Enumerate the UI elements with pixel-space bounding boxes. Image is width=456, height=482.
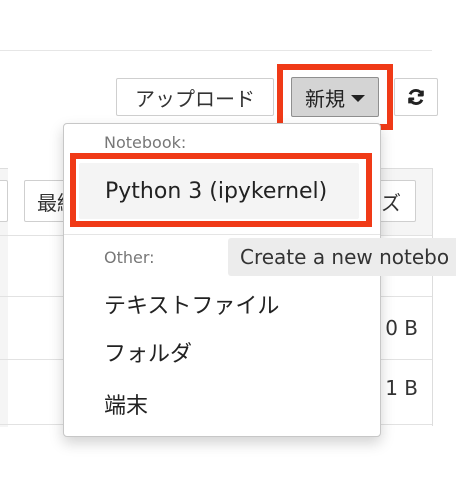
refresh-icon — [408, 88, 424, 106]
jupyter-file-browser: アップロード 新規 最終 ズ 0 B 1 B Notebook: Python … — [0, 0, 456, 482]
header-divider — [0, 50, 432, 51]
tooltip: Create a new notebo — [228, 238, 456, 276]
python-item-highlight — [70, 153, 372, 227]
new-button-highlight — [277, 64, 393, 130]
size-button-label: ズ — [381, 190, 401, 215]
file-list-border — [432, 168, 433, 426]
upload-button-label: アップロード — [135, 86, 255, 111]
menu-divider — [64, 234, 380, 235]
tooltip-text: Create a new notebo — [240, 245, 450, 269]
menu-item-text-file[interactable]: テキストファイル — [104, 288, 279, 320]
upload-button[interactable]: アップロード — [116, 78, 274, 116]
refresh-button[interactable] — [394, 78, 438, 116]
menu-item-terminal[interactable]: 端末 — [104, 388, 148, 420]
other-section-header: Other: — [104, 248, 155, 267]
select-all-button[interactable] — [0, 180, 8, 222]
notebook-section-header: Notebook: — [104, 133, 187, 152]
file-size-cell: 1 B — [385, 376, 418, 400]
menu-item-folder[interactable]: フォルダ — [104, 336, 192, 368]
file-size-cell: 0 B — [385, 316, 418, 340]
